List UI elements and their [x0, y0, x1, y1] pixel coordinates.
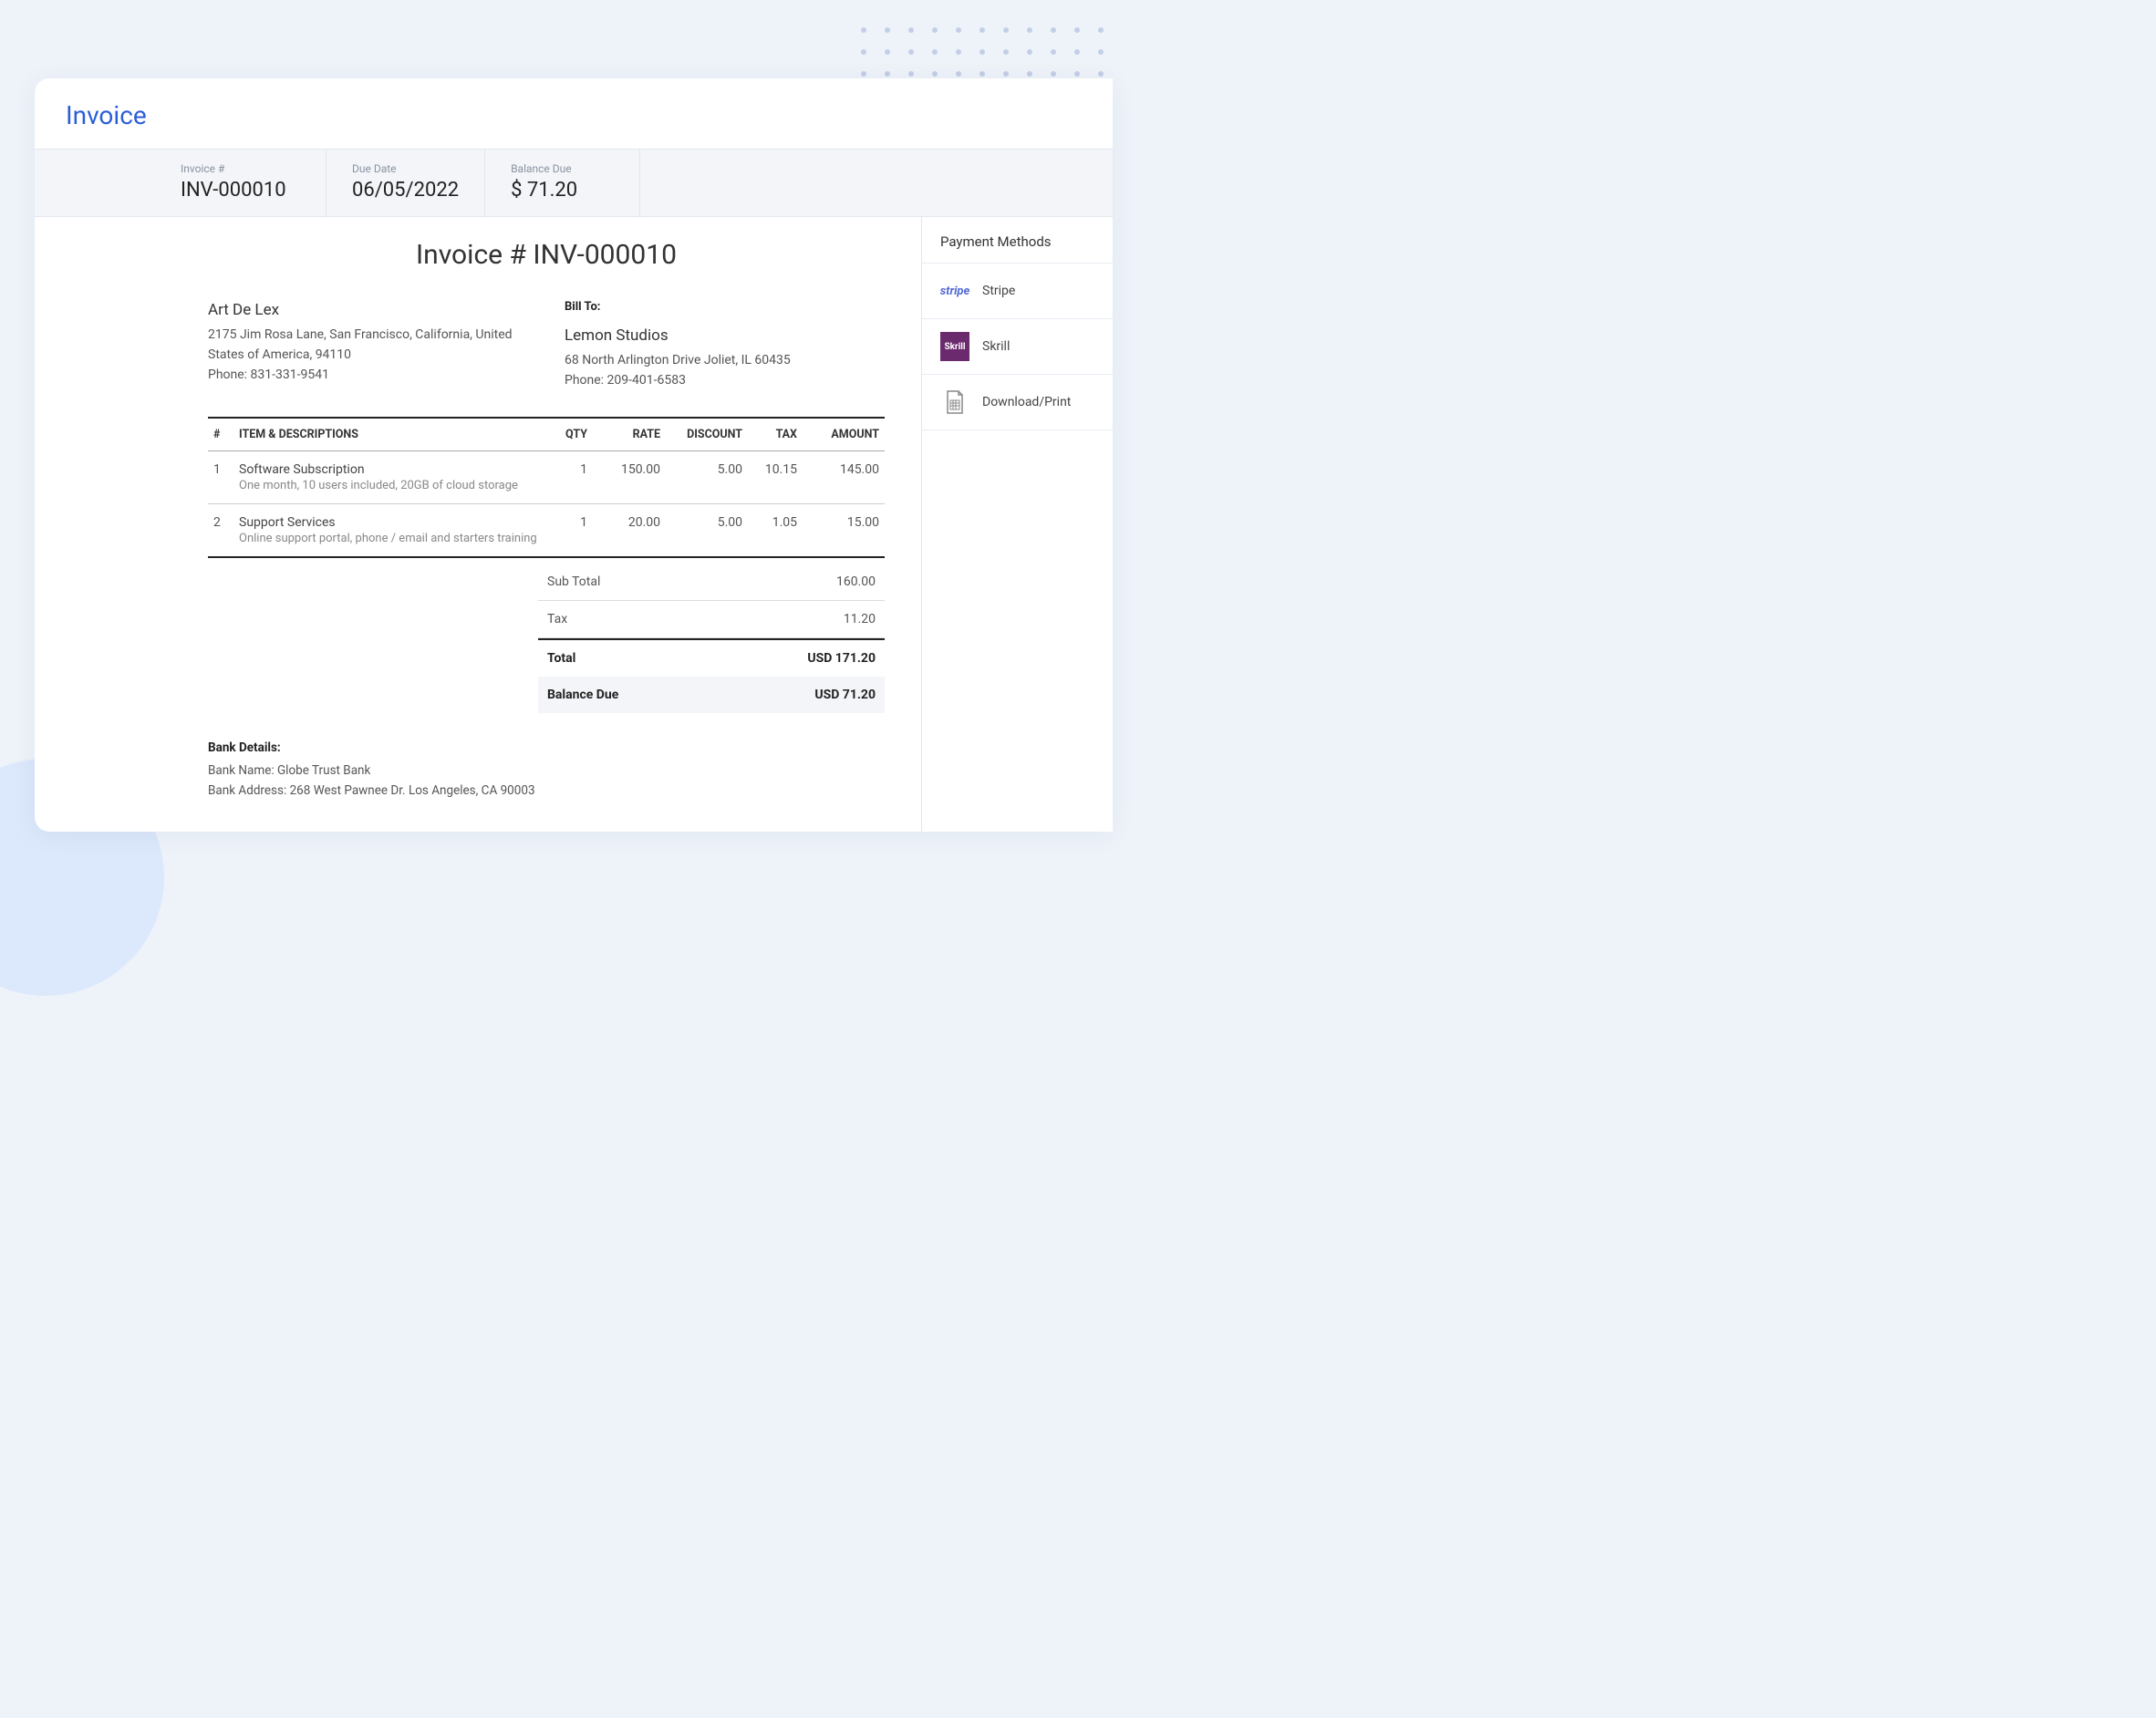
col-qty: QTY [547, 418, 593, 451]
tax-row: Tax 11.20 [538, 601, 885, 638]
meta-invoice-number: Invoice # INV-000010 [35, 150, 327, 216]
item-name: Software Subscription [239, 462, 542, 477]
party-to: Bill To: Lemon Studios 68 North Arlingto… [565, 298, 885, 391]
cell-discount: 5.00 [666, 503, 748, 557]
meta-value: $ 71.20 [511, 179, 614, 202]
payment-method-stripe[interactable]: stripe Stripe [922, 263, 1113, 318]
item-desc: One month, 10 users included, 20GB of cl… [239, 479, 542, 492]
meta-value: 06/05/2022 [352, 179, 459, 202]
invoice-card: Invoice Invoice # INV-000010 Due Date 06… [35, 78, 1113, 832]
meta-value: INV-000010 [181, 179, 300, 202]
to-address: 68 North Arlington Drive Joliet, IL 6043… [565, 351, 885, 371]
bank-address: Bank Address: 268 West Pawnee Dr. Los An… [208, 781, 885, 802]
balance-value: USD 71.20 [814, 688, 876, 702]
payment-sidebar: Payment Methods stripe Stripe Skrill Skr… [921, 217, 1113, 832]
meta-bar: Invoice # INV-000010 Due Date 06/05/2022… [35, 149, 1113, 217]
cell-rate: 20.00 [593, 503, 666, 557]
cell-qty: 1 [547, 450, 593, 503]
cell-amount: 15.00 [803, 503, 885, 557]
stripe-icon: stripe [940, 276, 969, 305]
item-name: Support Services [239, 515, 542, 530]
col-amount: AMOUNT [803, 418, 885, 451]
from-name: Art De Lex [208, 298, 528, 322]
cell-item: Software Subscription One month, 10 user… [233, 450, 547, 503]
download-print-button[interactable]: Download/Print [922, 374, 1113, 430]
tax-value: 11.20 [844, 612, 876, 626]
invoice-document: Invoice # INV-000010 Art De Lex 2175 Jim… [35, 217, 921, 832]
col-rate: RATE [593, 418, 666, 451]
subtotal-value: 160.00 [836, 574, 876, 589]
meta-label: Due Date [352, 162, 459, 175]
to-phone: Phone: 209-401-6583 [565, 371, 885, 391]
subtotal-row: Sub Total 160.00 [538, 564, 885, 601]
cell-item: Support Services Online support portal, … [233, 503, 547, 557]
from-phone: Phone: 831-331-9541 [208, 366, 528, 386]
total-label: Total [547, 651, 575, 666]
meta-balance-due: Balance Due $ 71.20 [485, 150, 640, 216]
skrill-icon: Skrill [940, 332, 969, 361]
tax-label: Tax [547, 612, 567, 626]
meta-label: Invoice # [181, 162, 300, 175]
col-num: # [208, 418, 233, 451]
cell-tax: 10.15 [748, 450, 803, 503]
body-area: Invoice # INV-000010 Art De Lex 2175 Jim… [35, 217, 1113, 832]
table-row: 2 Support Services Online support portal… [208, 503, 885, 557]
cell-amount: 145.00 [803, 450, 885, 503]
to-name: Lemon Studios [565, 324, 885, 347]
from-address: 2175 Jim Rosa Lane, San Francisco, Calif… [208, 326, 528, 365]
table-row: 1 Software Subscription One month, 10 us… [208, 450, 885, 503]
col-discount: DISCOUNT [666, 418, 748, 451]
total-row: Total USD 171.20 [538, 638, 885, 677]
cell-rate: 150.00 [593, 450, 666, 503]
meta-label: Balance Due [511, 162, 614, 175]
payment-method-label: Skrill [982, 339, 1010, 354]
bank-heading: Bank Details: [208, 739, 885, 759]
item-desc: Online support portal, phone / email and… [239, 532, 542, 545]
document-icon [940, 388, 969, 417]
total-value: USD 171.20 [807, 651, 876, 666]
page-title: Invoice [35, 78, 1113, 149]
cell-tax: 1.05 [748, 503, 803, 557]
balance-row: Balance Due USD 71.20 [538, 677, 885, 713]
payment-method-skrill[interactable]: Skrill Skrill [922, 318, 1113, 374]
meta-due-date: Due Date 06/05/2022 [327, 150, 485, 216]
payment-method-label: Stripe [982, 284, 1015, 298]
cell-qty: 1 [547, 503, 593, 557]
col-item: ITEM & DESCRIPTIONS [233, 418, 547, 451]
cell-discount: 5.00 [666, 450, 748, 503]
col-tax: TAX [748, 418, 803, 451]
bank-name: Bank Name: Globe Trust Bank [208, 761, 885, 781]
line-items-table: # ITEM & DESCRIPTIONS QTY RATE DISCOUNT … [208, 417, 885, 558]
bill-to-heading: Bill To: [565, 298, 885, 316]
payment-method-label: Download/Print [982, 395, 1071, 409]
totals: Sub Total 160.00 Tax 11.20 Total USD 171… [538, 564, 885, 713]
bank-details: Bank Details: Bank Name: Globe Trust Ban… [208, 739, 885, 802]
parties: Art De Lex 2175 Jim Rosa Lane, San Franc… [208, 298, 885, 391]
cell-num: 2 [208, 503, 233, 557]
document-title: Invoice # INV-000010 [208, 239, 885, 271]
sidebar-title: Payment Methods [922, 217, 1113, 263]
party-from: Art De Lex 2175 Jim Rosa Lane, San Franc… [208, 298, 528, 391]
cell-num: 1 [208, 450, 233, 503]
balance-label: Balance Due [547, 688, 618, 702]
subtotal-label: Sub Total [547, 574, 600, 589]
